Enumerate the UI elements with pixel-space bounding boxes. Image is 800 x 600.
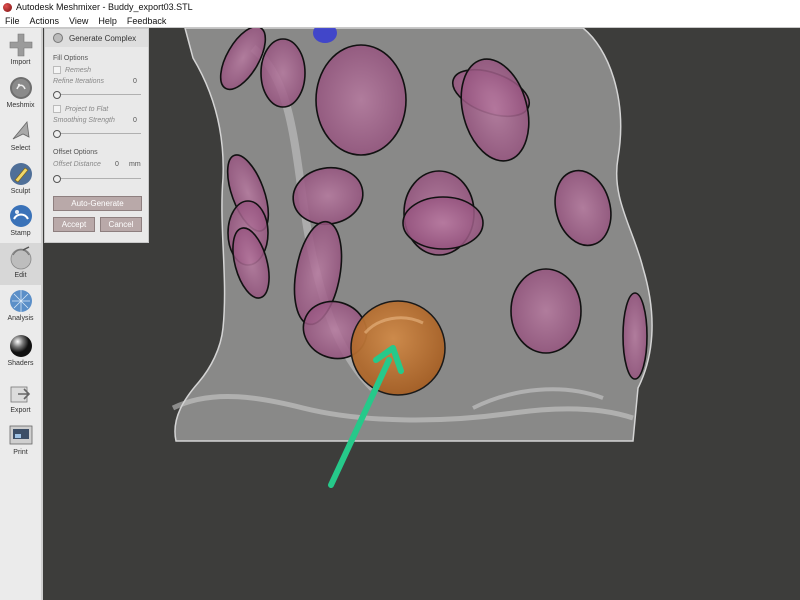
tool-label: Select bbox=[10, 145, 31, 152]
tool-label: Import bbox=[10, 59, 31, 66]
project-to-flat-checkbox[interactable]: Project to Flat bbox=[53, 105, 108, 113]
plus-icon bbox=[9, 33, 32, 57]
slider-handle[interactable] bbox=[53, 130, 61, 138]
tool-export[interactable]: Export bbox=[0, 378, 41, 420]
analysis-icon bbox=[9, 290, 32, 312]
tool-analysis[interactable]: Analysis bbox=[0, 286, 41, 328]
checkbox-box[interactable] bbox=[53, 66, 61, 74]
tool-label: Meshmix bbox=[6, 102, 35, 109]
sculpt-brush-icon bbox=[9, 163, 32, 185]
remesh-checkbox[interactable]: Remesh bbox=[53, 66, 91, 74]
tool-label: Analysis bbox=[7, 315, 34, 322]
fill-options-heading: Fill Options bbox=[53, 55, 89, 62]
shaders-sphere-icon bbox=[9, 335, 32, 357]
generate-complex-panel: Generate Complex Fill Options Remesh Ref… bbox=[44, 28, 149, 243]
tool-label: Print bbox=[13, 449, 28, 456]
meshmixer-logo-icon bbox=[3, 2, 12, 12]
tool-print[interactable]: Print bbox=[0, 420, 41, 462]
hole-spot[interactable] bbox=[315, 44, 407, 156]
tool-label: Shaders bbox=[7, 360, 34, 367]
cancel-button[interactable]: Cancel bbox=[100, 217, 142, 232]
menu-feedback[interactable]: Feedback bbox=[122, 16, 172, 26]
offset-distance-slider[interactable] bbox=[53, 175, 141, 183]
remesh-label: Remesh bbox=[65, 66, 92, 74]
tool-label: Edit bbox=[14, 272, 27, 279]
smoothing-strength-slider[interactable] bbox=[53, 130, 141, 138]
tool-shaders[interactable]: Shaders bbox=[0, 331, 41, 373]
refine-iterations-label: Refine Iterations bbox=[53, 78, 104, 85]
tool-sculpt[interactable]: Sculpt bbox=[0, 159, 41, 201]
smoothing-strength-value: 0 bbox=[133, 117, 137, 124]
checkbox-box[interactable] bbox=[53, 105, 61, 113]
menu-view[interactable]: View bbox=[64, 16, 93, 26]
hole-spot[interactable] bbox=[260, 38, 306, 108]
menu-bar: File Actions View Help Feedback bbox=[0, 14, 800, 28]
offset-distance-unit: mm bbox=[129, 161, 141, 168]
slider-track bbox=[53, 133, 141, 134]
meshmix-icon bbox=[9, 77, 32, 99]
smoothing-strength-label: Smoothing Strength bbox=[53, 117, 115, 124]
hole-spot[interactable] bbox=[510, 268, 582, 354]
edit-icon bbox=[10, 246, 31, 270]
tool-label: Sculpt bbox=[10, 188, 31, 195]
tool-edit[interactable]: Edit bbox=[0, 243, 41, 285]
project-to-flat-label: Project to Flat bbox=[65, 105, 109, 113]
tool-meshmix[interactable]: Meshmix bbox=[0, 73, 41, 115]
window-title: Autodesk Meshmixer - Buddy_export03.STL bbox=[16, 2, 193, 12]
tool-import[interactable]: Import bbox=[0, 30, 41, 72]
panel-header: Generate Complex bbox=[45, 29, 148, 47]
slider-handle[interactable] bbox=[53, 175, 61, 183]
print-icon bbox=[9, 425, 32, 445]
slider-handle[interactable] bbox=[53, 91, 61, 99]
auto-generate-button[interactable]: Auto-Generate bbox=[53, 196, 142, 211]
menu-help[interactable]: Help bbox=[93, 16, 122, 26]
offset-options-heading: Offset Options bbox=[53, 149, 98, 156]
slider-track bbox=[53, 94, 141, 95]
title-bar: Autodesk Meshmixer - Buddy_export03.STL bbox=[0, 0, 800, 14]
tool-label: Stamp bbox=[10, 230, 31, 237]
menu-actions[interactable]: Actions bbox=[25, 16, 65, 26]
hole-spot[interactable] bbox=[402, 196, 484, 250]
left-toolbar: Import Meshmix Select Sculpt Stamp Edit … bbox=[0, 28, 43, 600]
panel-collapse-icon[interactable] bbox=[53, 33, 63, 43]
stamp-icon bbox=[9, 205, 32, 227]
tool-select[interactable]: Select bbox=[0, 116, 41, 158]
panel-title: Generate Complex bbox=[69, 33, 137, 43]
tool-label: Export bbox=[10, 407, 31, 414]
refine-iterations-slider[interactable] bbox=[53, 91, 141, 99]
export-icon bbox=[10, 386, 30, 403]
3d-viewport[interactable] bbox=[43, 28, 800, 600]
slider-track bbox=[53, 178, 141, 179]
tool-stamp[interactable]: Stamp bbox=[0, 201, 41, 243]
hole-spot[interactable] bbox=[622, 292, 648, 380]
selected-hole-patch[interactable] bbox=[350, 300, 446, 396]
refine-iterations-value: 0 bbox=[133, 78, 137, 85]
offset-distance-value: 0 bbox=[115, 161, 119, 168]
menu-file[interactable]: File bbox=[0, 16, 25, 26]
select-cursor-icon bbox=[12, 121, 29, 140]
accept-button[interactable]: Accept bbox=[53, 217, 95, 232]
offset-distance-label: Offset Distance bbox=[53, 161, 101, 168]
